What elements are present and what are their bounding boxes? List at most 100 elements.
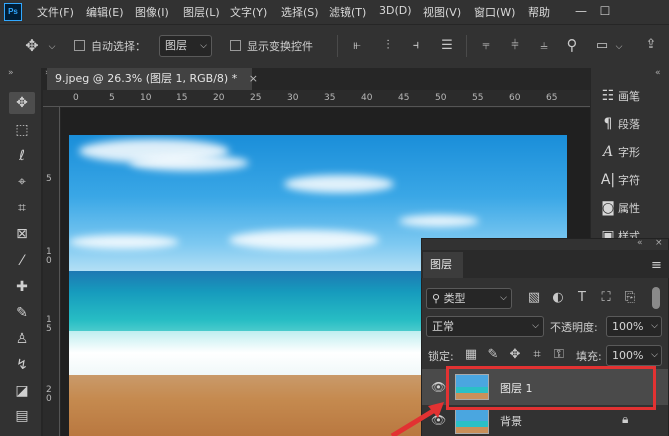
- collapse-layers-icon[interactable]: «: [637, 238, 643, 248]
- move-tool-icon[interactable]: ✥: [9, 92, 35, 114]
- share-icon[interactable]: ⇪: [641, 37, 661, 53]
- opacity-value: 100%: [612, 320, 644, 333]
- auto-select-label: 自动选择：: [91, 40, 146, 53]
- lock-all-icon[interactable]: ⚿: [552, 347, 566, 363]
- align-center-icon[interactable]: ⫶: [380, 38, 396, 54]
- ruler-number: 45: [398, 93, 410, 103]
- chevron-down-icon[interactable]: ⌵: [46, 39, 58, 55]
- panel-label: 属性: [618, 202, 640, 215]
- align-middle-icon[interactable]: ⫩: [507, 38, 523, 54]
- filter-smart-object-icon[interactable]: ⎘: [623, 290, 637, 306]
- lock-image-icon[interactable]: ✎: [486, 347, 500, 363]
- tab-layers[interactable]: 图层: [423, 252, 463, 278]
- filter-adjustment-icon[interactable]: ◐: [551, 290, 565, 306]
- marquee-tool-icon[interactable]: ⬚: [9, 119, 35, 141]
- divider: [337, 35, 338, 57]
- menu-3d[interactable]: 3D(D): [379, 4, 412, 17]
- frame-tool-icon[interactable]: ⊠: [9, 223, 35, 245]
- document-tab[interactable]: 9.jpeg @ 26.3% (图层 1, RGB/8) * ×: [47, 68, 258, 90]
- collapse-toolbar-icon[interactable]: »: [8, 68, 14, 78]
- visibility-eye-icon[interactable]: 👁: [431, 380, 446, 394]
- ruler-number: 5: [109, 93, 115, 103]
- quick-select-tool-icon[interactable]: ⌖: [9, 171, 35, 193]
- filter-kind-dropdown[interactable]: ⚲ 类型 ⌵: [426, 288, 512, 309]
- ruler-number: 60: [509, 93, 521, 103]
- ruler-number: 55: [472, 93, 484, 103]
- brush-icon: ☷: [601, 88, 615, 104]
- menu-image[interactable]: 图像(I): [135, 4, 169, 20]
- align-top-icon[interactable]: ⫧: [478, 38, 494, 54]
- menu-filter[interactable]: 滤镜(T): [329, 4, 366, 20]
- show-transform-checkbox[interactable]: [230, 40, 241, 51]
- eyedropper-tool-icon[interactable]: ⁄: [9, 250, 35, 272]
- highlight-box: [446, 366, 656, 410]
- opacity-field[interactable]: 100% ⌵: [606, 316, 662, 337]
- panel-menu-icon[interactable]: ≡: [651, 258, 662, 273]
- panel-properties[interactable]: ◙ 属性: [598, 200, 664, 222]
- gradient-tool-icon[interactable]: ▤: [9, 405, 35, 427]
- chevron-down-icon: ⌵: [200, 41, 207, 51]
- menu-select[interactable]: 选择(S): [281, 4, 319, 20]
- panel-paragraph[interactable]: ¶ 段落: [598, 116, 664, 138]
- restore-button[interactable]: ☐: [590, 0, 620, 24]
- lasso-tool-icon[interactable]: ℓ: [9, 145, 35, 167]
- ruler-number: 20: [213, 93, 225, 103]
- divider: [466, 35, 467, 57]
- cloud: [399, 215, 479, 227]
- auto-select-dropdown[interactable]: 图层 ⌵: [159, 35, 212, 57]
- lock-transparent-icon[interactable]: ▦: [464, 347, 478, 363]
- move-tool-icon[interactable]: ✥: [22, 38, 42, 54]
- panel-glyphs[interactable]: A 字形: [598, 144, 664, 166]
- blend-mode-dropdown[interactable]: 正常 ⌵: [426, 316, 544, 337]
- filter-shape-icon[interactable]: ⛶: [599, 290, 613, 306]
- layer-name[interactable]: 背景: [500, 413, 522, 429]
- menu-file[interactable]: 文件(F): [37, 4, 74, 20]
- panel-brush[interactable]: ☷ 画笔: [598, 88, 664, 110]
- chevron-down-icon: ⌵: [651, 321, 658, 331]
- fill-value: 100%: [612, 349, 644, 362]
- filter-type-icon[interactable]: T: [575, 290, 589, 306]
- search-icon: ⚲: [432, 292, 441, 305]
- healing-brush-tool-icon[interactable]: ✚: [9, 276, 35, 298]
- horizontal-ruler[interactable]: [43, 90, 590, 107]
- layer-thumbnail: [455, 408, 489, 434]
- eraser-tool-icon[interactable]: ◪: [9, 380, 35, 402]
- cloud: [129, 155, 249, 171]
- align-bottom-icon[interactable]: ⫨: [536, 38, 552, 54]
- close-tab-icon[interactable]: ×: [249, 72, 258, 85]
- ruler-number: 15: [46, 315, 52, 334]
- ruler-number: 35: [324, 93, 336, 103]
- ruler-number: 5: [46, 174, 52, 184]
- distribute-icon[interactable]: ☰: [438, 38, 456, 54]
- panel-character[interactable]: A| 字符: [598, 172, 664, 194]
- filter-pixel-icon[interactable]: ▧: [527, 290, 541, 306]
- expand-panels-icon[interactable]: «: [655, 68, 661, 78]
- auto-select-checkbox[interactable]: [74, 40, 85, 51]
- filter-toggle[interactable]: [652, 287, 660, 309]
- fill-label: 填充:: [576, 350, 602, 363]
- search-icon[interactable]: ⚲: [563, 37, 581, 53]
- fill-field[interactable]: 100% ⌵: [606, 345, 662, 366]
- chevron-down-icon[interactable]: ⌵: [614, 39, 624, 55]
- menu-edit[interactable]: 编辑(E): [86, 4, 124, 20]
- opacity-label: 不透明度:: [550, 321, 598, 334]
- lock-position-icon[interactable]: ✥: [508, 347, 522, 363]
- workspace-icon[interactable]: ▭: [593, 38, 611, 54]
- brush-tool-icon[interactable]: ✎: [9, 302, 35, 324]
- clone-stamp-tool-icon[interactable]: ♙: [9, 328, 35, 350]
- chevron-down-icon: ⌵: [651, 350, 658, 360]
- align-right-icon[interactable]: ⫞: [408, 38, 424, 54]
- menu-help[interactable]: 帮助: [528, 4, 550, 20]
- menu-view[interactable]: 视图(V): [423, 4, 461, 20]
- menu-layer[interactable]: 图层(L): [183, 4, 220, 20]
- menu-type[interactable]: 文字(Y): [230, 4, 267, 20]
- lock-artboard-icon[interactable]: ⌗: [530, 347, 544, 363]
- blend-mode-value: 正常: [432, 320, 454, 333]
- align-left-icon[interactable]: ⫦: [349, 38, 365, 54]
- crop-tool-icon[interactable]: ⌗: [9, 197, 35, 219]
- menu-window[interactable]: 窗口(W): [474, 4, 515, 20]
- paragraph-icon: ¶: [603, 116, 613, 132]
- history-brush-tool-icon[interactable]: ↯: [9, 354, 35, 376]
- close-layers-icon[interactable]: ×: [655, 238, 663, 248]
- ruler-number: 20: [46, 385, 52, 404]
